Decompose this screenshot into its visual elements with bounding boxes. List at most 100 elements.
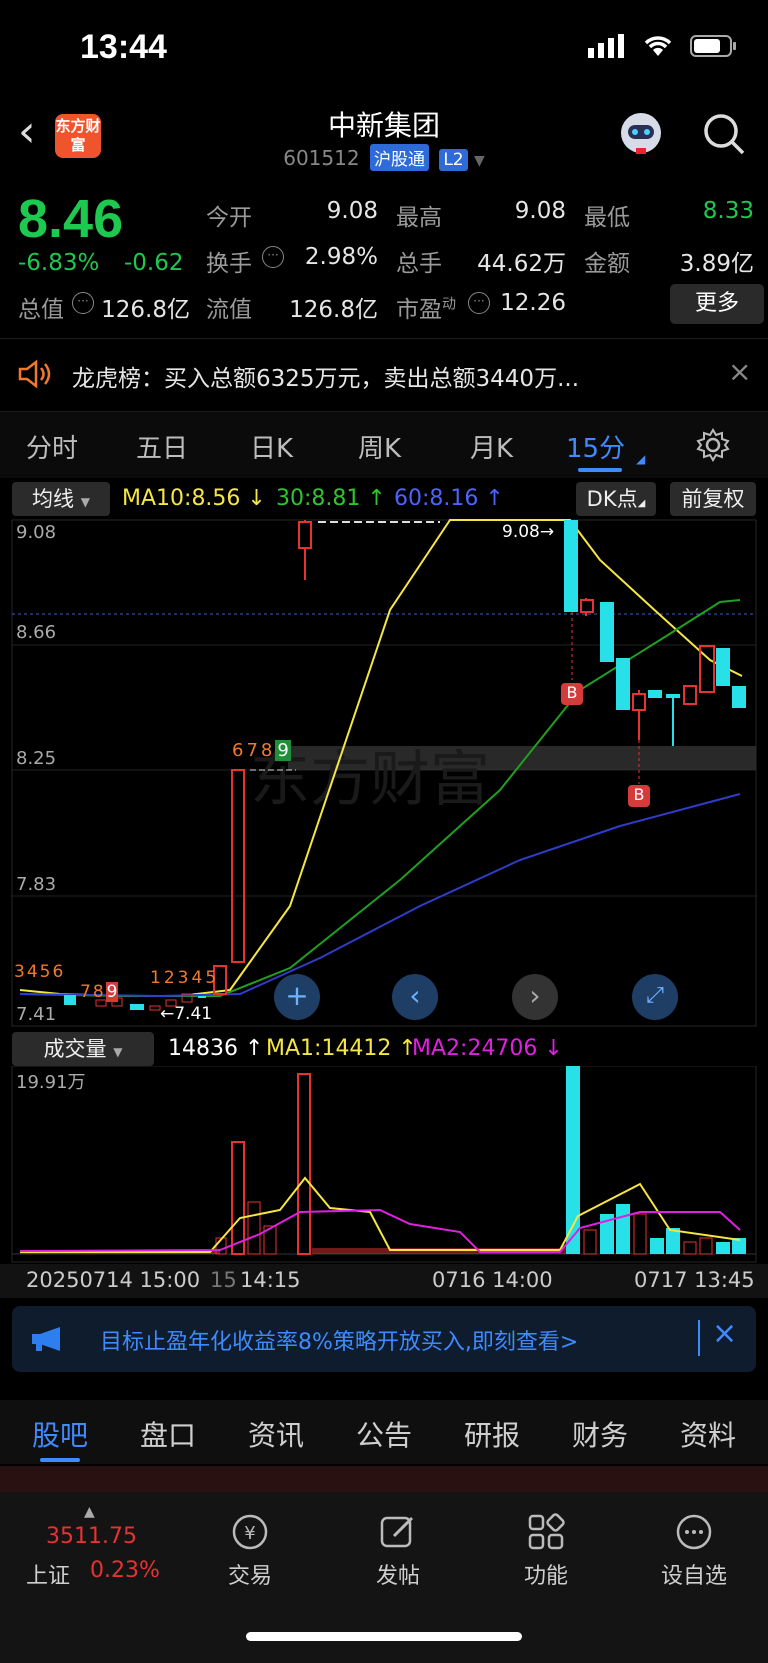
low-value: 8.33 bbox=[702, 198, 754, 224]
tab-profile[interactable]: 资料 bbox=[680, 1414, 736, 1454]
grid-apps-icon bbox=[528, 1513, 565, 1550]
candle bbox=[198, 996, 206, 998]
volume-bar bbox=[583, 1229, 597, 1255]
candle bbox=[648, 690, 662, 698]
close-icon[interactable]: × bbox=[712, 1316, 737, 1351]
status-icons bbox=[588, 34, 738, 58]
volume-bar bbox=[699, 1237, 713, 1255]
settings-gear-icon[interactable] bbox=[696, 428, 730, 462]
promo-banner[interactable]: 目标止盈年化收益率8%策略开放买入,即刻查看> × bbox=[12, 1306, 756, 1372]
expand-up-icon[interactable]: ▲ bbox=[84, 1504, 95, 1520]
tab-announcements[interactable]: 公告 bbox=[356, 1414, 412, 1454]
tab-guba[interactable]: 股吧 bbox=[32, 1414, 88, 1454]
last-price: 8.46 bbox=[18, 189, 124, 249]
tab-news[interactable]: 资讯 bbox=[248, 1414, 304, 1454]
volume-indicator-row: 成交量 ▼ 14836 ↑ MA1:14412 ↑ MA2:24706 ↓ bbox=[0, 1030, 768, 1070]
pe-value: 12.26 bbox=[500, 290, 566, 316]
ma-selector[interactable]: 均线 ▼ bbox=[12, 482, 110, 516]
banner-text: 目标止盈年化收益率8%策略开放买入,即刻查看> bbox=[100, 1330, 579, 1355]
trade-button[interactable]: ¥ 交易 bbox=[190, 1512, 310, 1590]
mktcap-label: 总值 bbox=[18, 297, 64, 323]
info-icon[interactable]: ··· bbox=[262, 246, 284, 268]
volume-bar bbox=[716, 1242, 730, 1254]
volume-value: 14836 ↑ bbox=[168, 1036, 264, 1061]
candle bbox=[600, 602, 614, 662]
index-change: 0.23% bbox=[90, 1558, 160, 1583]
price-axis-label: 7.41 bbox=[16, 1004, 57, 1025]
info-icon[interactable]: ··· bbox=[72, 292, 94, 314]
feed-preview-strip[interactable] bbox=[0, 1466, 768, 1492]
candle bbox=[616, 658, 630, 710]
high-price-marker: 9.08→ bbox=[502, 522, 555, 542]
candle bbox=[580, 599, 594, 613]
ma60-value: 60:8.16 ↑ bbox=[394, 486, 504, 511]
price-axis-label: 8.25 bbox=[16, 748, 57, 769]
dragon-tiger-notice[interactable]: 龙虎榜：买入总额6325万元，卖出总额3440万... × bbox=[0, 338, 768, 412]
volume-bar bbox=[616, 1204, 630, 1254]
megaphone-icon bbox=[32, 1327, 60, 1351]
ma30-value: 30:8.81 ↑ bbox=[276, 486, 386, 511]
more-dots-icon bbox=[676, 1514, 712, 1550]
robot-assistant-icon[interactable] bbox=[616, 108, 666, 158]
volume-ma1: MA1:14412 ↑ bbox=[266, 1036, 417, 1061]
tab-15min[interactable]: 15分 bbox=[566, 428, 625, 465]
trade-yen-icon: ¥ bbox=[232, 1514, 268, 1550]
buy-signal-label: B bbox=[566, 683, 578, 702]
zoom-in-icon[interactable]: + bbox=[274, 974, 320, 1020]
price-axis-label: 9.08 bbox=[16, 522, 57, 543]
watchlist-settings-button[interactable]: 设自选 bbox=[634, 1512, 754, 1590]
time-label: 0716 14:00 bbox=[432, 1268, 553, 1292]
info-icon[interactable]: ··· bbox=[468, 292, 490, 314]
low-price-marker: ←7.41 bbox=[160, 1004, 213, 1024]
time-label: 0717 13:45 bbox=[634, 1268, 755, 1292]
functions-button[interactable]: 功能 bbox=[486, 1512, 606, 1590]
dk-point-button[interactable]: DK点◢ bbox=[576, 482, 656, 516]
kline-chart[interactable]: 东方财富 bbox=[0, 518, 768, 1030]
tab-weekly-k[interactable]: 周K bbox=[358, 428, 401, 465]
volume-selector[interactable]: 成交量 ▼ bbox=[12, 1032, 154, 1066]
candle bbox=[632, 693, 646, 711]
status-time: 13:44 bbox=[80, 28, 167, 66]
tab-financials[interactable]: 财务 bbox=[572, 1414, 628, 1454]
candle bbox=[231, 769, 245, 963]
time-label: 15 bbox=[210, 1268, 237, 1292]
td-sequence-c: 12345 bbox=[150, 968, 217, 988]
adjust-button[interactable]: 前复权 bbox=[670, 482, 756, 516]
volume-axis-max: 19.91万 bbox=[16, 1072, 86, 1093]
tab-monthly-k[interactable]: 月K bbox=[470, 428, 513, 465]
fullscreen-icon[interactable]: ⤢ bbox=[632, 974, 678, 1020]
speaker-icon bbox=[18, 359, 51, 389]
wifi-icon bbox=[644, 36, 672, 56]
volume-chart bbox=[11, 1066, 757, 1263]
low-label: 最低 bbox=[584, 205, 630, 231]
tab-daily-k[interactable]: 日K bbox=[250, 428, 293, 465]
tab-research[interactable]: 研报 bbox=[464, 1414, 520, 1454]
home-indicator[interactable] bbox=[246, 1632, 522, 1641]
post-button[interactable]: 发帖 bbox=[338, 1512, 458, 1590]
more-button[interactable]: 更多 bbox=[670, 284, 764, 324]
tab-intraday[interactable]: 分时 bbox=[26, 428, 78, 465]
scroll-left-icon[interactable]: ‹ bbox=[392, 974, 438, 1020]
dropdown-corner-icon: ◢ bbox=[636, 452, 646, 466]
info-section-tabs: 股吧 盘口 资讯 公告 研报 财务 资料 bbox=[0, 1400, 768, 1464]
volume-bars bbox=[20, 1066, 746, 1255]
search-icon[interactable] bbox=[702, 112, 746, 156]
amount-value: 3.89亿 bbox=[679, 251, 754, 277]
active-tab-indicator bbox=[40, 1458, 80, 1462]
level-tag: L2 bbox=[439, 149, 468, 171]
chevron-down-icon: ▼ bbox=[473, 153, 485, 169]
float-label: 流值 bbox=[206, 297, 252, 323]
edit-icon bbox=[380, 1516, 414, 1548]
candle bbox=[666, 694, 680, 698]
td-sequence-a: 3456 bbox=[14, 962, 64, 982]
connect-tag: 沪股通 bbox=[369, 144, 429, 171]
scroll-right-icon[interactable]: › bbox=[512, 974, 558, 1020]
tab-five-day[interactable]: 五日 bbox=[136, 428, 188, 465]
index-name: 上证 bbox=[26, 1564, 71, 1589]
volume-bar bbox=[297, 1073, 311, 1255]
close-icon[interactable]: × bbox=[728, 355, 751, 388]
ma-indicator-row: 均线 ▼ MA10:8.56 ↓ 30:8.81 ↑ 60:8.16 ↑ DK点… bbox=[0, 480, 768, 518]
index-value[interactable]: 3511.75 bbox=[46, 1524, 137, 1549]
open-label: 今开 bbox=[206, 205, 252, 231]
tab-order-book[interactable]: 盘口 bbox=[140, 1414, 196, 1454]
